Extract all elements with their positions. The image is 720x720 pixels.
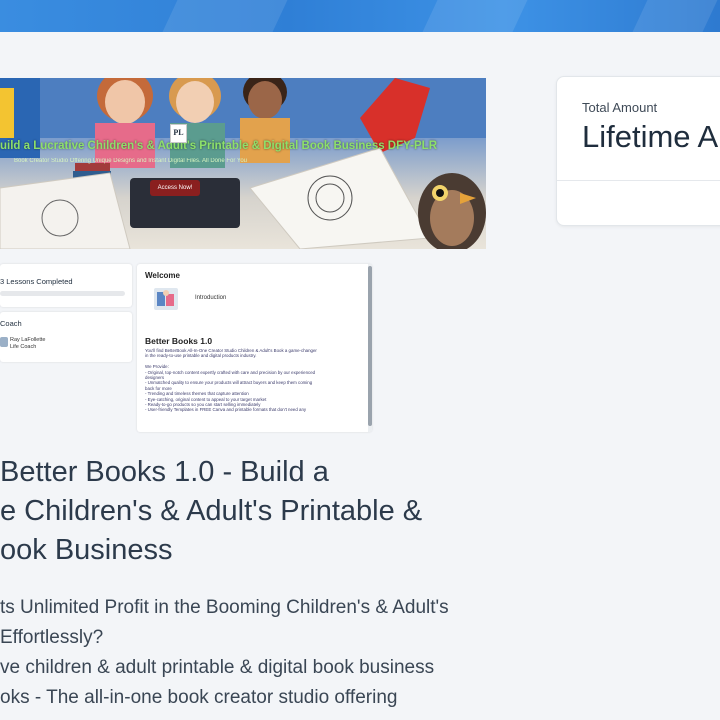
total-amount-label: Total Amount xyxy=(582,100,658,115)
progress-bar xyxy=(0,291,125,296)
course-title: Better Books 1.0 - Build a e Children's … xyxy=(0,453,500,570)
header-decoration xyxy=(162,0,288,32)
total-amount-value: Lifetime A xyxy=(582,119,719,154)
header-decoration xyxy=(632,0,718,32)
lesson-item-introduction[interactable]: Introduction xyxy=(195,295,226,301)
course-description-line: Effortlessly? xyxy=(0,627,104,648)
header-decoration xyxy=(422,0,528,32)
lessons-completed-text: 3 Lessons Completed xyxy=(0,277,73,286)
coach-card: Coach Ray LaFollette Life Coach xyxy=(0,312,132,362)
price-card-divider xyxy=(557,180,720,181)
lesson-content-preview[interactable]: Welcome Introduction Better Books 1.0 Yo… xyxy=(137,264,372,432)
content-title: Better Books 1.0 xyxy=(145,336,213,346)
course-banner-image: uild a Lucrative Children's & Adult's Pr… xyxy=(0,78,486,249)
welcome-heading: Welcome xyxy=(145,271,180,280)
brand-logo: PL xyxy=(170,124,187,143)
course-description: ts Unlimited Profit in the Booming Child… xyxy=(0,593,500,713)
content-body-line: - User-friendly Templates in FREE Canva … xyxy=(145,407,307,413)
banner-headline: uild a Lucrative Children's & Adult's Pr… xyxy=(0,140,437,152)
banner-subheadline: Book Creator Studio Offering Unique Desi… xyxy=(14,158,248,164)
scrollbar-thumb[interactable] xyxy=(368,266,372,426)
course-description-line: ts Unlimited Profit in the Booming Child… xyxy=(0,597,449,618)
course-description-line: oks - The all-in-one book creator studio… xyxy=(0,687,398,708)
course-title-line: e Children's & Adult's Printable & xyxy=(0,495,423,527)
coach-heading: Coach xyxy=(0,319,22,328)
access-now-button[interactable]: Access Now! xyxy=(150,180,200,196)
lesson-thumbnail xyxy=(154,288,178,310)
price-card: Total Amount Lifetime A xyxy=(556,76,720,226)
coach-name: Ray LaFollette xyxy=(10,337,46,343)
progress-card: 3 Lessons Completed xyxy=(0,264,132,307)
top-header-bar xyxy=(0,0,720,32)
course-title-line: Better Books 1.0 - Build a xyxy=(0,456,329,488)
course-title-line: ook Business xyxy=(0,534,173,566)
content-scrollbar[interactable] xyxy=(368,264,372,432)
coach-role: Life Coach xyxy=(10,344,37,350)
content-body: You'll find BetterBook All-In-One Creato… xyxy=(145,348,363,413)
course-description-line: ve children & adult printable & digital … xyxy=(0,657,435,678)
coach-avatar xyxy=(0,337,8,347)
